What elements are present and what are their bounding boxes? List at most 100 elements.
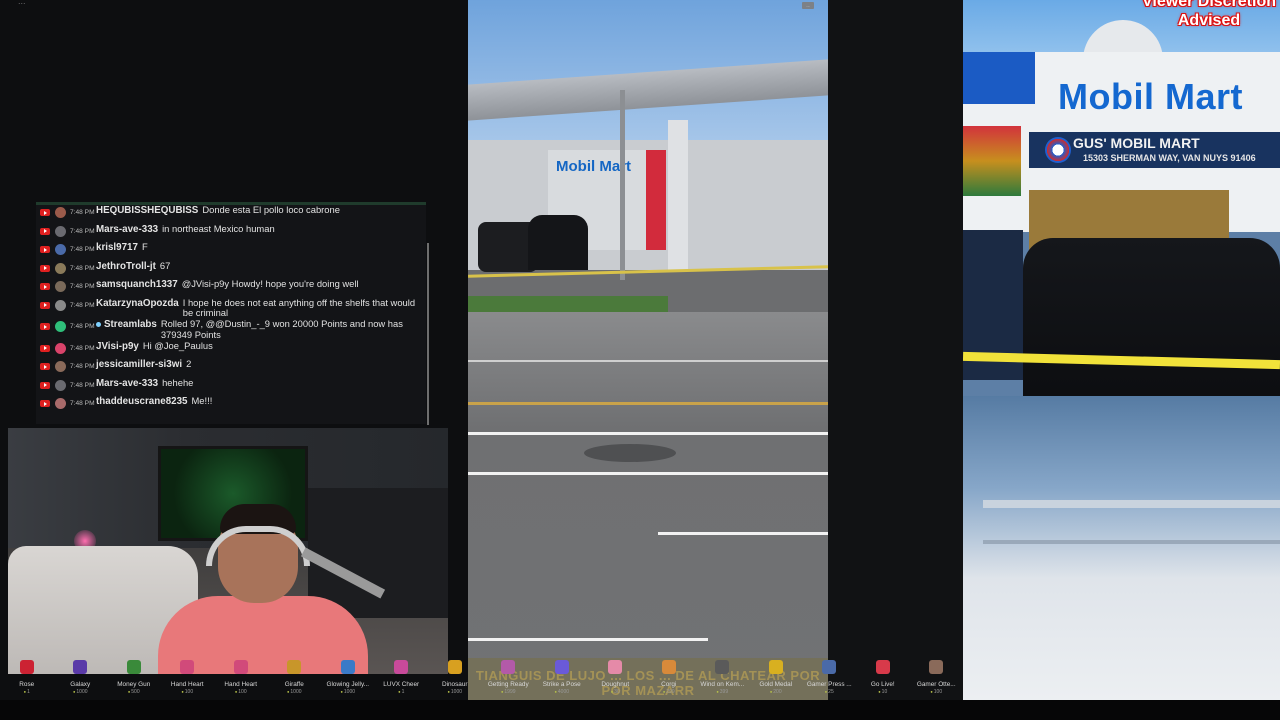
reward-item[interactable]: LUVX Cheer1 (375, 656, 429, 700)
corgi-icon (661, 660, 676, 674)
chat-username[interactable]: Mars-ave-333 (96, 378, 158, 389)
reward-cost: 200 (749, 689, 803, 695)
chat-username[interactable]: Streamlabs (96, 319, 157, 330)
chat-username[interactable]: jessicamiller-si3wi (96, 359, 182, 370)
chat-username-text: Streamlabs (104, 319, 157, 331)
avatar (55, 281, 66, 292)
center-video[interactable]: Mobil Mart ... TIANGUIS DE LUJO ... LOS … (468, 0, 828, 700)
chat-username[interactable]: krisl9717 (96, 242, 138, 253)
chat-username[interactable]: Mars-ave-333 (96, 224, 158, 235)
reward-cost: 399 (696, 689, 750, 695)
chat-username[interactable]: HEQUBISSHEQUBISS (96, 205, 198, 216)
reward-name: Strike a Pose (542, 681, 581, 688)
reward-item[interactable]: Getting Ready1999 (482, 656, 536, 700)
reward-item[interactable]: Rose1 (0, 656, 54, 700)
chat-timestamp: 7:48 PM (70, 246, 95, 253)
chat-message: 7:48 PM Mars-ave-333 hehehe (36, 376, 426, 397)
galaxy-icon (73, 660, 88, 674)
chat-username[interactable]: JVisi-p9y (96, 341, 139, 352)
reward-cost: 1 (0, 689, 54, 695)
avatar (55, 398, 66, 410)
right-video[interactable]: Mobil Mart GUS' MOBIL MART 15303 SHERMAN… (963, 0, 1280, 700)
reward-cost: 4000 (535, 689, 589, 695)
reward-cost: 1999 (482, 689, 536, 695)
youtube-icon (40, 301, 50, 309)
reward-item[interactable]: Gamer Press ...25 (803, 656, 857, 700)
chat-username[interactable]: thaddeuscrane8235 (96, 396, 187, 407)
reward-item[interactable]: Hand Heart100 (214, 656, 268, 700)
chat-text: Donde esta El pollo loco cabrone (202, 204, 340, 215)
youtube-icon (40, 381, 50, 389)
rose-icon (19, 660, 34, 674)
chat-timestamp: 7:48 PM (70, 363, 95, 371)
reward-item[interactable]: Corgi299 (642, 656, 696, 700)
road-line (468, 472, 828, 475)
chat-username-text: JethroTroll-jt (96, 260, 156, 272)
reward-item[interactable]: Strike a Pose4000 (535, 656, 589, 700)
gamer-icon (822, 660, 837, 674)
top-left-label: ... (18, 0, 26, 6)
chat-message: 7:48 PM HEQUBISSHEQUBISS Donde esta El pol… (36, 204, 426, 224)
chat-username-text: Mars-ave-333 (96, 223, 159, 235)
reward-cost: 1000 (321, 689, 375, 695)
youtube-icon (40, 363, 50, 371)
center-gap (828, 0, 963, 700)
chat-text: 67 (159, 259, 171, 271)
road-line (468, 638, 708, 641)
reward-name: Doughnut (601, 681, 630, 688)
video-price-sign (646, 150, 666, 250)
reward-item[interactable]: Doughnut30 (589, 656, 643, 700)
chat-text: I hope he does not eat anything off the … (182, 296, 416, 319)
reward-item[interactable]: Wind on Kem...399 (696, 656, 750, 700)
reward-item[interactable]: Gamer Otte...100 (910, 656, 964, 700)
chat-username[interactable]: KatarzynaOpozda (96, 298, 179, 309)
reward-item[interactable]: Hand Heart100 (161, 656, 215, 700)
reward-name: LUVX Cheer (383, 681, 420, 688)
reward-cost: 1000 (54, 689, 108, 695)
reward-cost: 100 (910, 689, 964, 695)
chat-username[interactable]: JethroTroll-jt (96, 261, 156, 272)
road-line (468, 360, 828, 362)
right-ground (963, 396, 1280, 700)
reward-name: Getting Ready (487, 681, 529, 688)
avatar (55, 225, 66, 237)
wind-icon (715, 660, 730, 674)
reward-item[interactable]: Gold Medal200 (749, 656, 803, 700)
youtube-icon (40, 246, 50, 253)
chat-username[interactable]: samsquanch1337 (96, 279, 178, 290)
video-light-pole (620, 90, 625, 280)
chat-scrollbar[interactable] (427, 243, 429, 425)
road-line (468, 432, 828, 435)
reward-item[interactable]: Galaxy1000 (54, 656, 108, 700)
microphone-icon (300, 547, 386, 599)
youtube-icon (40, 264, 50, 272)
reward-item[interactable]: Go Live!10 (856, 656, 910, 700)
reward-item[interactable]: Giraffe1000 (268, 656, 322, 700)
verified-icon (96, 322, 101, 328)
reward-name: Go Live! (870, 681, 895, 688)
webcam-feed (8, 428, 448, 674)
right-police-group (1023, 238, 1280, 408)
chat-text: hehehe (162, 376, 194, 388)
chat-text: @JVisi-p9y Howdy! hope you're doing well (181, 278, 359, 289)
chat-message: 7:48 PM samsquanch1337 @JVisi-p9y Howdy! h… (36, 278, 426, 298)
avatar (55, 342, 66, 354)
warning-line-2: Advised (1177, 12, 1241, 29)
reward-item[interactable]: Dinosaur1000 (428, 656, 482, 700)
warning-line-1: Viewer Discretion (1142, 0, 1276, 10)
youtube-icon (40, 209, 50, 216)
road-manhole (584, 444, 676, 462)
getting-ready-icon (501, 660, 516, 674)
video-badge: ... (802, 2, 814, 9)
chat-username-text: Mars-ave-333 (96, 377, 159, 389)
reward-item[interactable]: Money Gun500 (107, 656, 161, 700)
reward-item[interactable]: Glowing Jelly...1000 (321, 656, 375, 700)
avatar (55, 361, 66, 373)
rewards-bar: Rose1Galaxy1000Money Gun500Hand Heart100… (0, 656, 1280, 700)
reward-cost: 299 (642, 689, 696, 695)
reward-cost: 10 (856, 689, 910, 695)
right-shop-window (963, 126, 1021, 196)
pepsi-logo-icon (1045, 137, 1071, 163)
reward-name: Wind on Kem... (700, 681, 745, 688)
chat-username-text: samsquanch1337 (96, 279, 178, 290)
